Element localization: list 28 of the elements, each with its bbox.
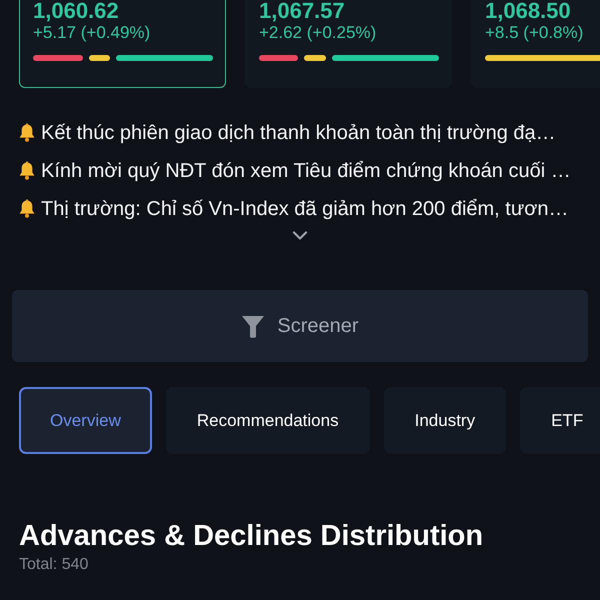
index-value: 1,060.62 <box>33 0 119 22</box>
index-change: +8.5 (+0.8%) <box>485 23 584 43</box>
bar-segment <box>259 55 298 61</box>
tab[interactable]: Recommendations <box>166 387 370 454</box>
index-value: 1,067.57 <box>259 0 345 22</box>
tab[interactable]: Industry <box>384 387 506 454</box>
index-change: +2.62 (+0.25%) <box>259 23 376 43</box>
total-count: Total: 540 <box>19 555 88 575</box>
section-title: Advances & Declines Distribution <box>19 519 484 553</box>
screener-button[interactable]: Screener <box>12 290 588 362</box>
chevron-down-icon[interactable] <box>292 231 308 241</box>
index-card[interactable]: 1,067.57 +2.62 (+0.25%) <box>245 0 452 88</box>
tab[interactable]: Overview <box>19 387 152 454</box>
news-headline[interactable]: Kính mời quý NĐT đón xem Tiêu điểm chứng khoán cuối … <box>41 159 571 183</box>
index-card[interactable]: 1,060.62 +5.17 (+0.49%) <box>19 0 226 88</box>
bell-icon <box>18 199 36 219</box>
bell-icon <box>18 161 36 181</box>
bar-segment <box>89 55 110 61</box>
news-headline[interactable]: Thị trường: Chỉ số Vn-Index đã giảm hơn 200 điểm, tươn… <box>41 197 568 221</box>
filter-icon <box>241 314 266 338</box>
news-headline[interactable]: Kết thúc phiên giao dịch thanh khoản toàn thị trường đạ… <box>41 121 556 145</box>
bell-icon <box>18 123 36 143</box>
bar-segment <box>304 55 326 61</box>
index-card[interactable]: 1,068.50 +8.5 (+0.8%) <box>471 0 600 88</box>
bar-segment <box>33 55 84 61</box>
index-value: 1,068.50 <box>485 0 571 22</box>
index-change: +5.17 (+0.49%) <box>33 23 150 43</box>
tab[interactable]: ETF <box>520 387 600 454</box>
